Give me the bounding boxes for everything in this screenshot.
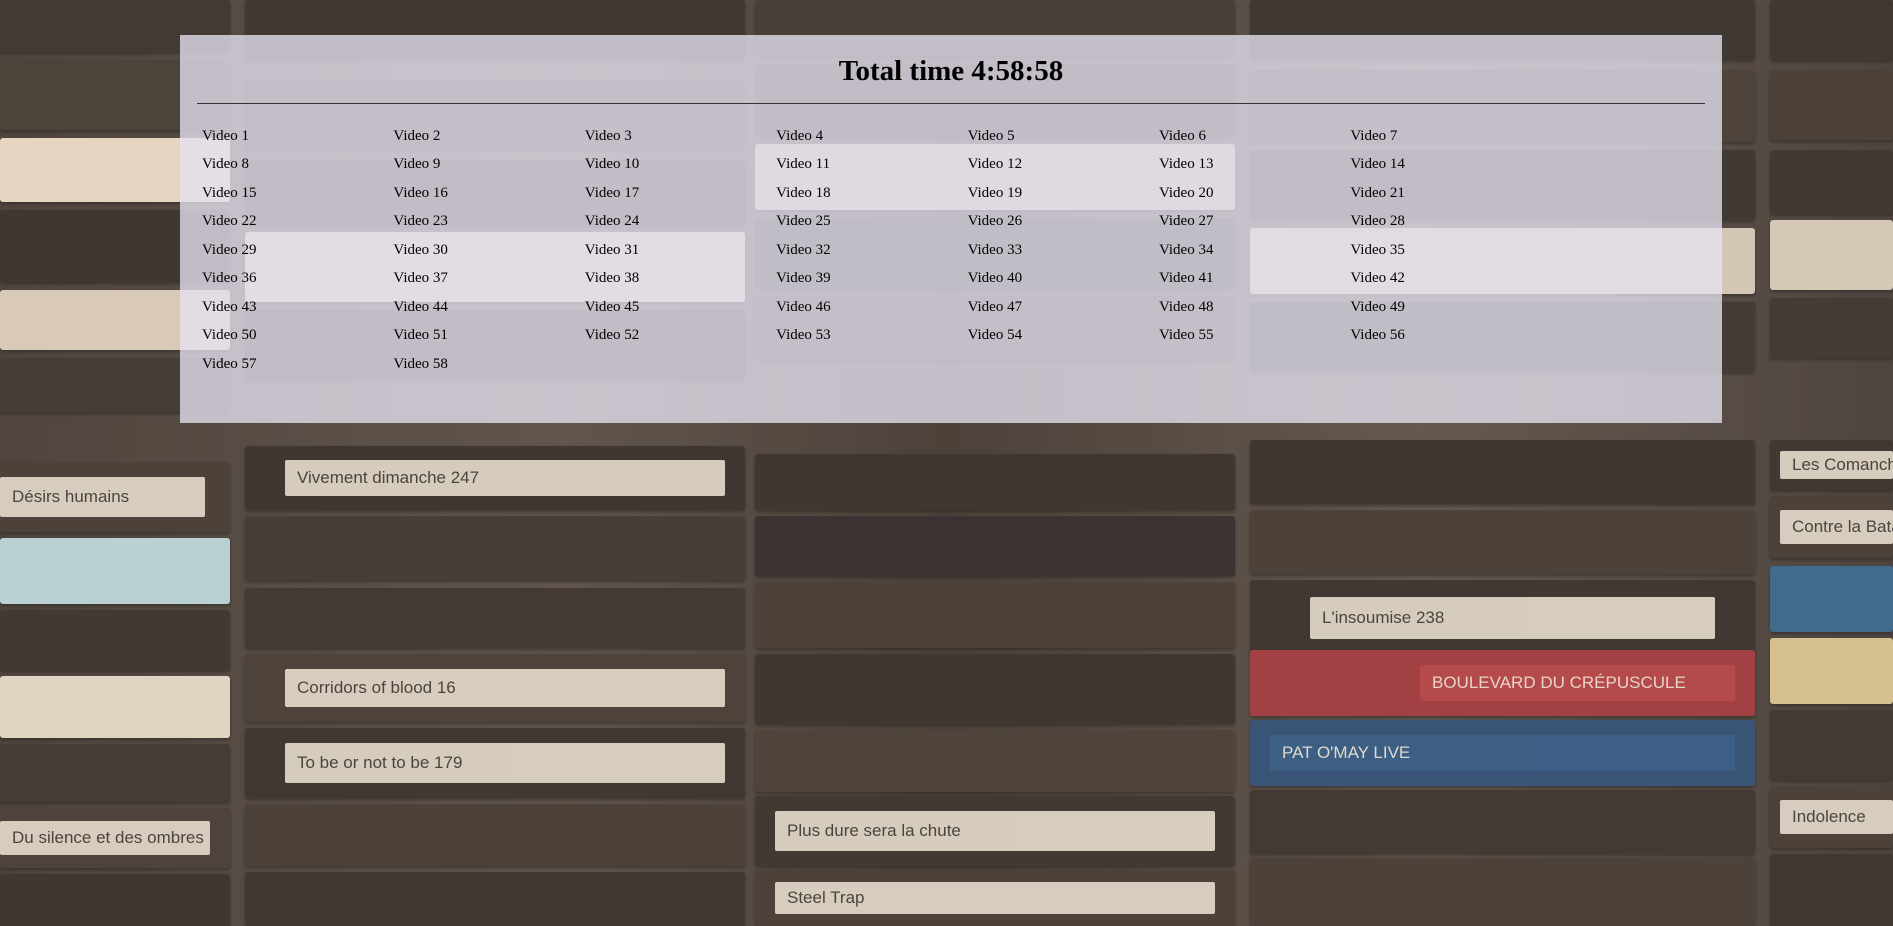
video-link[interactable]: Video 29 — [202, 242, 257, 272]
video-link[interactable]: Video 58 — [393, 356, 448, 386]
video-link[interactable]: Video 27 — [1159, 214, 1214, 243]
video-link[interactable]: Video 56 — [1350, 328, 1405, 357]
video-link[interactable]: Video 40 — [968, 271, 1023, 300]
video-link[interactable]: Video 25 — [776, 214, 831, 243]
video-panel: Total time 4:58:58 Video 1 Video 2 Video 3… — [180, 35, 1722, 423]
video-link[interactable]: Video 19 — [968, 185, 1023, 215]
video-link[interactable]: Video 37 — [393, 271, 448, 300]
video-link[interactable]: Video 4 — [776, 128, 823, 158]
video-link[interactable]: Video 26 — [968, 214, 1023, 243]
video-link[interactable]: Video 53 — [776, 328, 831, 357]
total-time-heading: Total time 4:58:58 — [197, 54, 1705, 104]
video-link[interactable]: Video 5 — [968, 128, 1015, 158]
video-grid: Video 1 Video 2 Video 3 Video 4 Video 5 Video… — [197, 128, 1705, 386]
video-link[interactable]: Video 36 — [202, 271, 257, 300]
video-link[interactable]: Video 31 — [585, 242, 640, 272]
video-link[interactable]: Video 55 — [1159, 328, 1214, 357]
video-link[interactable]: Video 7 — [1350, 128, 1397, 158]
video-link[interactable]: Video 51 — [393, 328, 448, 357]
video-link[interactable]: Video 57 — [202, 356, 257, 386]
video-link[interactable]: Video 12 — [968, 157, 1023, 186]
video-link[interactable]: Video 13 — [1159, 157, 1214, 186]
video-link[interactable]: Video 33 — [968, 242, 1023, 272]
video-link[interactable]: Video 21 — [1350, 185, 1405, 215]
video-link[interactable]: Video 24 — [585, 214, 640, 243]
video-link[interactable]: Video 14 — [1350, 157, 1405, 186]
video-link[interactable]: Video 45 — [585, 299, 640, 329]
video-link[interactable]: Video 50 — [202, 328, 257, 357]
video-link[interactable]: Video 22 — [202, 214, 257, 243]
video-link[interactable]: Video 35 — [1350, 242, 1405, 272]
video-link[interactable]: Video 38 — [585, 271, 640, 300]
video-link[interactable]: Video 1 — [202, 128, 249, 158]
video-link[interactable]: Video 10 — [585, 157, 640, 186]
video-link[interactable]: Video 16 — [393, 185, 448, 215]
video-link[interactable]: Video 46 — [776, 299, 831, 329]
video-link[interactable]: Video 20 — [1159, 185, 1214, 215]
video-link[interactable]: Video 2 — [393, 128, 440, 158]
video-link[interactable]: Video 11 — [776, 157, 830, 186]
video-link[interactable]: Video 42 — [1350, 271, 1405, 300]
video-link[interactable]: Video 3 — [585, 128, 632, 158]
video-link[interactable]: Video 43 — [202, 299, 257, 329]
video-link[interactable]: Video 23 — [393, 214, 448, 243]
video-link[interactable]: Video 39 — [776, 271, 831, 300]
video-link[interactable]: Video 52 — [585, 328, 640, 357]
video-link[interactable]: Video 49 — [1350, 299, 1405, 329]
video-link[interactable]: Video 6 — [1159, 128, 1206, 158]
video-link[interactable]: Video 47 — [968, 299, 1023, 329]
video-link[interactable]: Video 15 — [202, 185, 257, 215]
video-link[interactable]: Video 54 — [968, 328, 1023, 357]
video-link[interactable]: Video 18 — [776, 185, 831, 215]
video-link[interactable]: Video 44 — [393, 299, 448, 329]
video-link[interactable]: Video 28 — [1350, 214, 1405, 243]
video-link[interactable]: Video 41 — [1159, 271, 1214, 300]
video-link[interactable]: Video 17 — [585, 185, 640, 215]
video-link[interactable]: Video 48 — [1159, 299, 1214, 329]
video-link[interactable]: Video 30 — [393, 242, 448, 272]
video-link[interactable]: Video 32 — [776, 242, 831, 272]
video-link[interactable]: Video 8 — [202, 157, 249, 186]
video-link[interactable]: Video 34 — [1159, 242, 1214, 272]
video-link[interactable]: Video 9 — [393, 157, 440, 186]
